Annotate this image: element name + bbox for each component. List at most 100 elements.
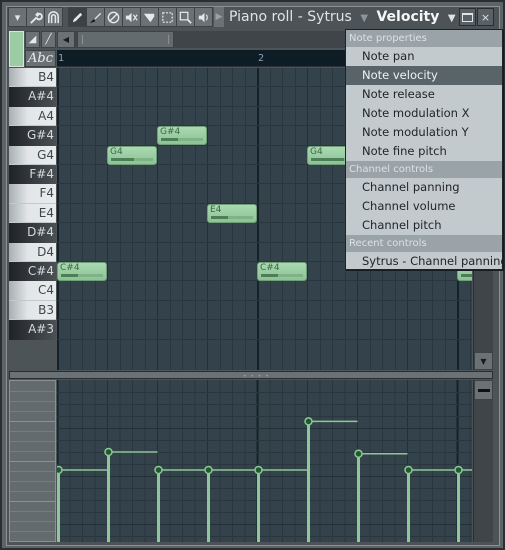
grid-row-line [57, 338, 472, 340]
velocity-event[interactable] [154, 465, 208, 543]
menu-item-channel-pitch[interactable]: Channel pitch [346, 216, 502, 235]
piano-key-fsharp4[interactable]: F#4 [9, 165, 56, 185]
note-velocity-bar [161, 138, 203, 142]
event-zoom-button[interactable] [474, 380, 493, 400]
velocity-handle[interactable] [304, 417, 313, 426]
piano-key-g4[interactable]: G4 [9, 145, 56, 165]
piano-key-b3[interactable]: B3 [9, 300, 56, 321]
scale-line [10, 401, 55, 402]
mute-button[interactable] [122, 7, 141, 27]
slice-button[interactable] [140, 7, 159, 27]
piano-key-d4[interactable]: D4 [9, 242, 56, 262]
piano-key-b4[interactable]: B4 [9, 68, 56, 88]
event-target-menu: Note properties Note pan Note velocity Note… [345, 29, 505, 271]
piano-key-f4[interactable]: F4 [9, 184, 56, 204]
grid-line [157, 68, 158, 370]
wrench-button[interactable] [26, 7, 45, 27]
channel-color-swatch[interactable] [9, 31, 24, 67]
menu-item-note-pan[interactable]: Note pan [346, 47, 502, 66]
piano-key-e4[interactable]: E4 [9, 203, 56, 224]
piano-key-asharp3[interactable]: A#3 [9, 320, 56, 340]
slope-icon: ◢ [28, 34, 37, 45]
menu-section-header: Channel controls [346, 161, 502, 178]
note[interactable]: G#4 [157, 126, 207, 146]
menu-item-note-fine-pitch[interactable]: Note fine pitch [346, 142, 502, 161]
menu-item-channel-panning[interactable]: Channel panning [346, 178, 502, 197]
note-velocity-bar [261, 274, 303, 277]
velocity-handle[interactable] [404, 465, 413, 475]
zoom-button[interactable] [176, 7, 195, 27]
note-velocity-bar [111, 157, 153, 161]
velocity-graph[interactable] [57, 380, 472, 542]
note[interactable]: C#4 [257, 262, 307, 281]
title-expand-arrow[interactable]: ▶ [214, 7, 224, 27]
grid-line [82, 68, 83, 370]
velocity-handle[interactable] [154, 465, 163, 475]
velocity-handle[interactable] [254, 465, 263, 475]
delete-button[interactable] [104, 7, 123, 27]
piano-key-dsharp4[interactable]: D#4 [9, 223, 56, 243]
triangle-down-icon: ▾ [14, 10, 21, 24]
brush-icon [89, 12, 102, 23]
note[interactable]: C#4 [57, 262, 107, 281]
piano-key-csharp4[interactable]: C#4 [9, 262, 56, 282]
event-target-selector[interactable]: Velocity [376, 9, 439, 25]
note-velocity-bar [61, 274, 103, 277]
velocity-event[interactable] [304, 417, 358, 542]
velocity-event[interactable] [454, 465, 472, 543]
scale-line [10, 511, 55, 512]
scale-line [10, 391, 55, 392]
scroll-down-button[interactable]: ▼ [474, 352, 493, 370]
horizontal-scroll-thumb[interactable] [77, 31, 174, 48]
line-tool-button[interactable]: ╱ [41, 31, 56, 48]
piano-key-c4[interactable]: C4 [9, 281, 56, 301]
menu-item-note-release[interactable]: Note release [346, 85, 502, 104]
playback-button[interactable] [194, 7, 213, 27]
select-box-icon [162, 11, 173, 23]
piano-key-a4[interactable]: A4 [9, 106, 56, 127]
maximize-icon [462, 12, 473, 22]
piano-key-gsharp4[interactable]: G#4 [9, 126, 56, 146]
grid-line [107, 68, 108, 370]
grid-line [194, 68, 196, 370]
velocity-handle[interactable] [57, 465, 63, 475]
grid-row-line [57, 319, 472, 321]
menu-item-note-velocity[interactable]: Note velocity [346, 66, 502, 85]
magnet-button[interactable] [44, 7, 63, 27]
menu-dropdown-button[interactable]: ▾ [8, 7, 27, 27]
velocity-handle[interactable] [354, 449, 363, 459]
velocity-handle[interactable] [454, 465, 463, 475]
scale-line [10, 411, 55, 412]
menu-item-channel-volume[interactable]: Channel volume [346, 197, 502, 216]
menu-item-note-modulation-y[interactable]: Note modulation Y [346, 123, 502, 142]
channel-selector[interactable]: Sytrus [307, 9, 352, 25]
note[interactable]: G4 [107, 145, 157, 165]
velocity-event[interactable] [204, 465, 258, 543]
magnet-icon [48, 10, 59, 23]
select-button[interactable] [158, 7, 177, 27]
menu-item-sytrus-channel-panning[interactable]: Sytrus - Channel panning [346, 252, 505, 271]
event-editor-scrollbar[interactable] [473, 380, 493, 542]
velocity-event[interactable] [404, 465, 458, 543]
velocity-event[interactable] [254, 465, 308, 543]
scroll-left-button[interactable]: ◀ [57, 31, 75, 48]
menu-item-note-modulation-x[interactable]: Note modulation X [346, 104, 502, 123]
velocity-event-editor[interactable] [57, 380, 472, 542]
knife-icon [143, 13, 155, 22]
velocity-handle[interactable] [204, 465, 213, 475]
stamp-slope-button[interactable]: ◢ [25, 31, 40, 48]
velocity-handle[interactable] [104, 447, 113, 457]
editor-splitter[interactable]: • • • • [9, 371, 493, 380]
paint-brush-button[interactable] [86, 7, 105, 27]
velocity-event[interactable] [104, 447, 158, 543]
pencil-button[interactable] [68, 7, 87, 27]
maximize-button[interactable] [459, 8, 476, 26]
event-editor-scale [9, 380, 56, 542]
piano-keyboard: B4 A#4 A4 G#4 G4 F#4 F4 E4 D#4 D4 C#4 C4 B3 A#3 [9, 68, 56, 370]
note-names-toggle[interactable]: Abc [25, 50, 56, 67]
title-bar: ▾ ▶ Piano roll - Sytrus ▼ Velocity ▼ × [8, 7, 496, 29]
scale-line [10, 451, 55, 452]
close-button[interactable]: × [477, 8, 494, 26]
note[interactable]: E4 [207, 203, 257, 223]
piano-key-asharp4[interactable]: A#4 [9, 87, 56, 107]
